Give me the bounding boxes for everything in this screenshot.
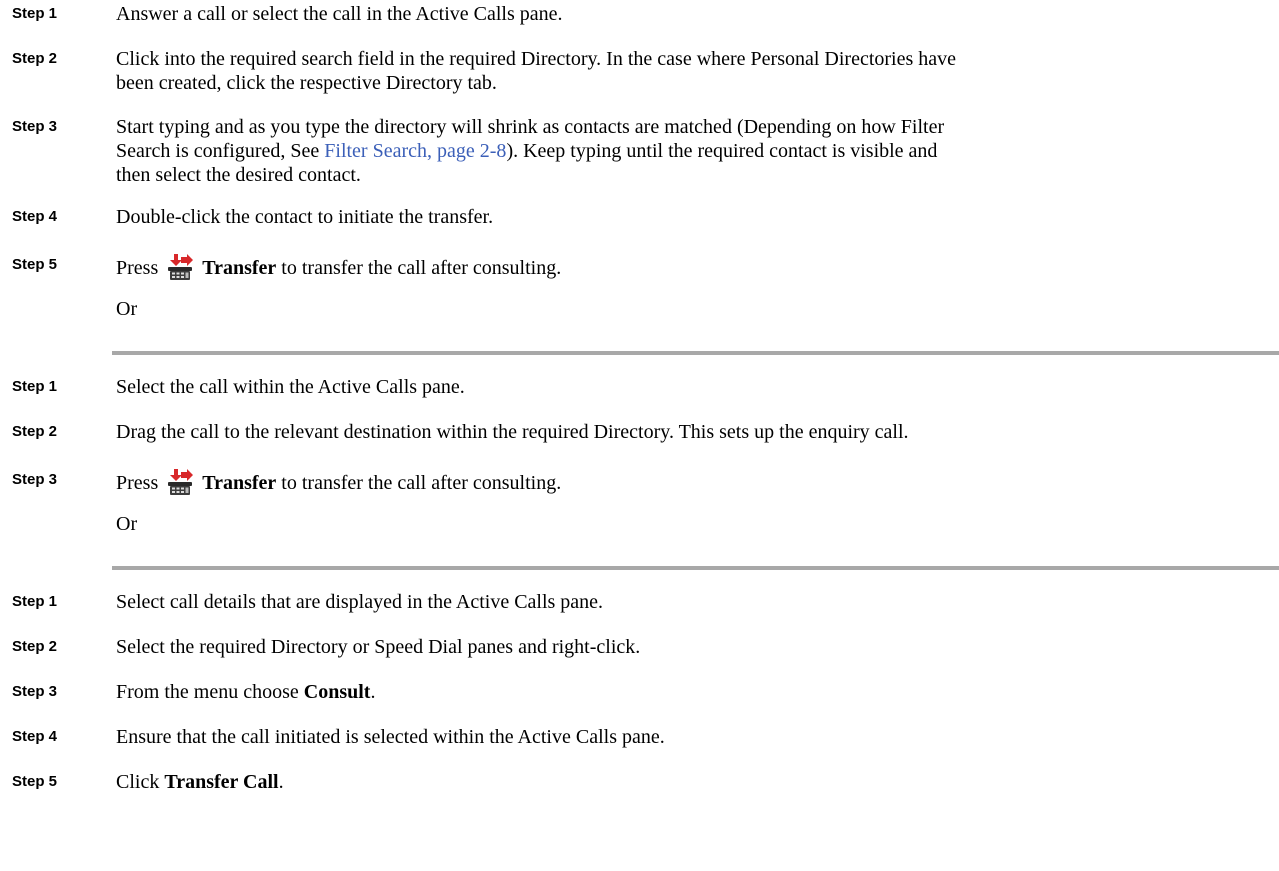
section-divider xyxy=(112,566,1279,570)
step-label: Step 2 xyxy=(12,638,58,655)
step-label: Step 1 xyxy=(12,593,58,610)
step-text: Press Transfer to transfer the call afte… xyxy=(116,253,1274,287)
step-label: Step 4 xyxy=(12,208,58,225)
step-text: Answer a call or select the call in the … xyxy=(116,3,563,25)
step-label: Step 5 xyxy=(12,256,58,273)
section-divider xyxy=(112,351,1279,355)
step-label: Step 2 xyxy=(12,50,58,67)
step-text: From the menu choose Consult. xyxy=(116,681,376,703)
step-label: Step 3 xyxy=(12,471,58,488)
filter-search-link[interactable]: Filter Search, page 2-8 xyxy=(324,140,506,162)
step-text: Double-click the contact to initiate the… xyxy=(116,206,494,228)
step-text: Press Transfer to transfer the call afte… xyxy=(116,468,1274,502)
step-label: Step 4 xyxy=(12,728,58,745)
step-label: Step 5 xyxy=(12,773,58,790)
step-text: Select the call within the Active Calls … xyxy=(116,376,465,398)
transfer-phone-icon xyxy=(165,468,195,502)
step-text: Drag the call to the relevant destinatio… xyxy=(116,421,909,443)
step-label: Step 2 xyxy=(12,423,58,440)
step-label: Step 1 xyxy=(12,5,58,22)
step-text: Click into the required search field in … xyxy=(116,48,957,94)
step-label: Step 3 xyxy=(12,118,58,135)
step-label: Step 3 xyxy=(12,683,58,700)
step-text: Start typing and as you type the directo… xyxy=(116,116,945,186)
document-page: Step 1 Answer a call or select the call … xyxy=(0,0,1279,871)
transfer-phone-icon xyxy=(165,253,195,287)
step-text: Select call details that are displayed i… xyxy=(116,591,604,613)
step-label: Step 1 xyxy=(12,378,58,395)
or-text: Or xyxy=(116,513,138,535)
step-text: Select the required Directory or Speed D… xyxy=(116,636,641,658)
or-text: Or xyxy=(116,298,138,320)
step-text: Ensure that the call initiated is select… xyxy=(116,726,665,748)
step-text: Click Transfer Call. xyxy=(116,771,284,793)
